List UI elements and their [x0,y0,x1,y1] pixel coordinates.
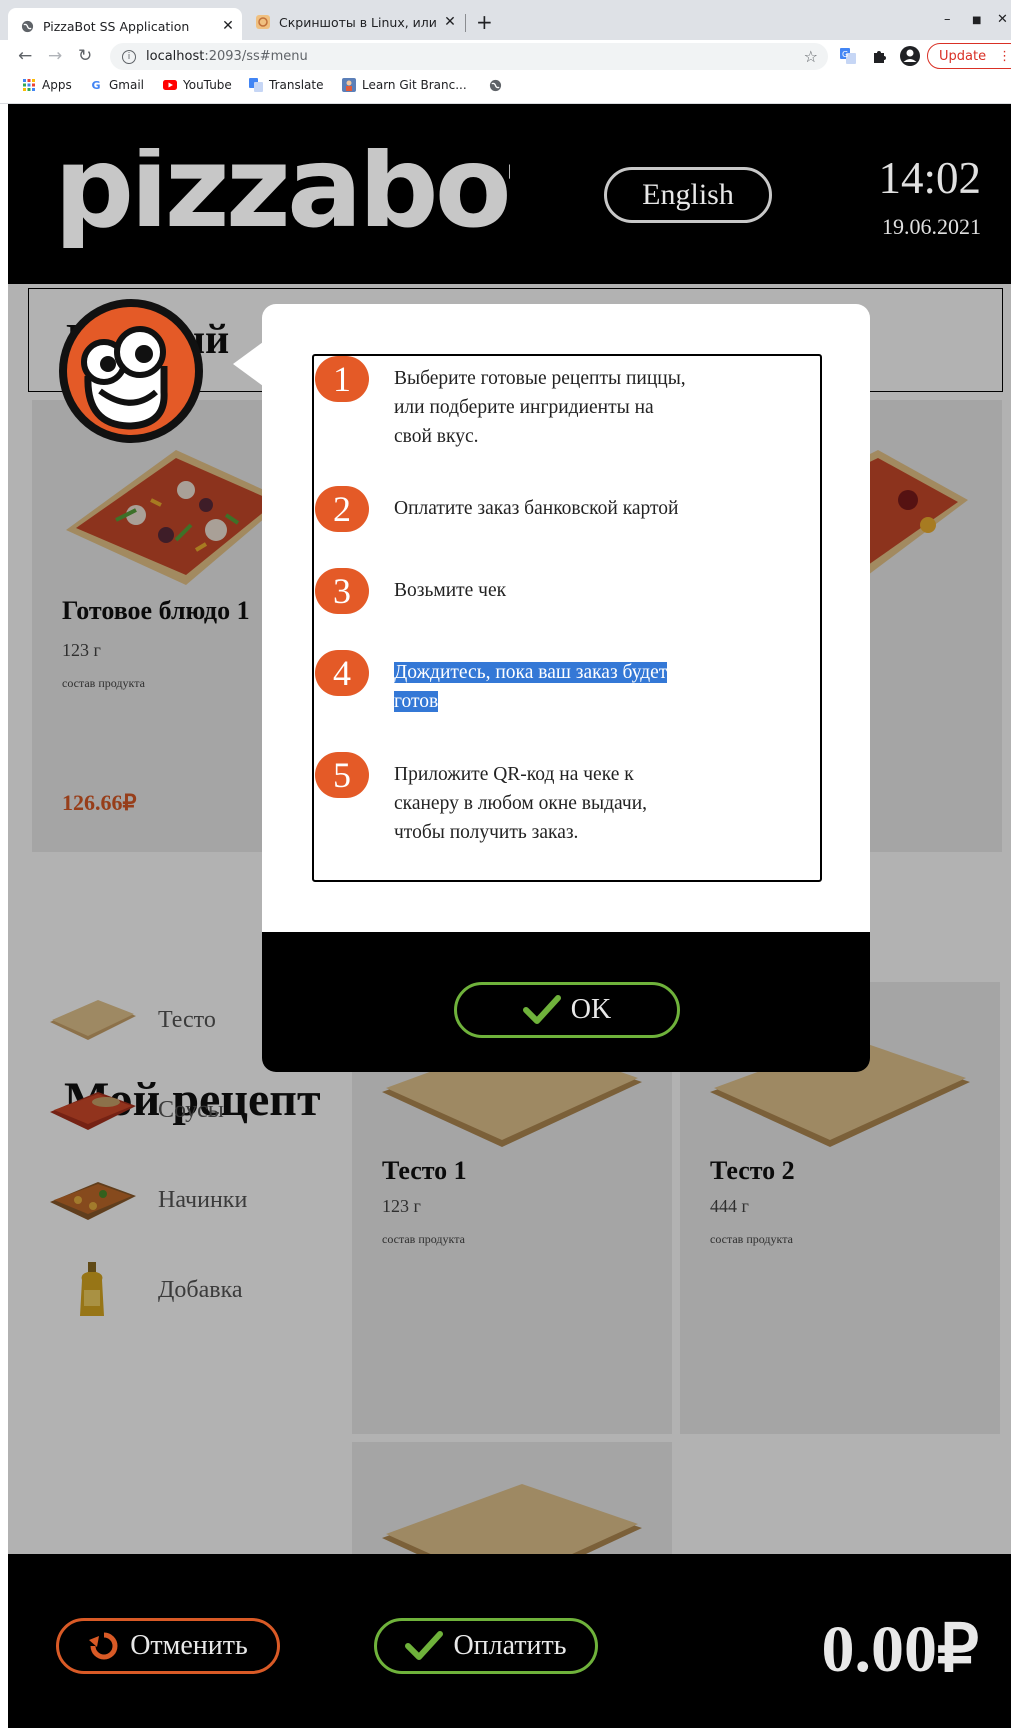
step-number-badge: 4 [315,650,369,696]
update-label: Update [939,48,987,64]
bookmark-globe[interactable] [488,78,508,92]
translate-icon [249,78,263,92]
new-tab-icon[interactable]: + [476,10,493,34]
profile-avatar-icon[interactable] [899,45,921,71]
pizzabot-app: pizzabot English 14:02 19.06.2021 Готовы… [8,104,1011,1728]
selected-text: Дождитесь, пока ваш заказ будет готов [394,662,668,712]
google-icon: G [91,78,101,92]
tab-pizzabot[interactable]: PizzaBot SS Application ✕ [8,8,242,44]
bookmark-learn-git[interactable]: Learn Git Branc... [342,78,467,92]
cancel-button[interactable]: Отменить [56,1618,280,1674]
close-window-icon[interactable]: ✕ [997,12,1008,27]
clock-date: 19.06.2021 [882,214,981,239]
translate-extension-icon[interactable]: G [840,48,856,68]
cancel-label: Отменить [130,1630,248,1661]
site-favicon-icon [256,15,270,29]
step-text: Приложите QR-код на чеке к сканеру в люб… [394,764,648,843]
bookmark-apps[interactable]: Apps [22,78,72,92]
pizzabot-logo: pizzabot [54,123,563,253]
close-icon[interactable]: ✕ [218,18,238,34]
tab-label: Скриншоты в Linux, или к [279,14,440,30]
checkmark-icon [522,995,561,1025]
pay-label: Оплатить [453,1630,567,1661]
app-footer: Отменить Оплатить 0.00₽ [8,1554,1011,1728]
back-icon[interactable]: ← [18,46,32,66]
bookmark-youtube[interactable]: YouTube [163,78,232,92]
tab-separator [465,14,466,32]
tab-screenshots[interactable]: Скриншоты в Linux, или к ✕ [244,8,464,36]
bookmark-star-icon[interactable]: ☆ [804,47,818,66]
bookmark-label: Learn Git Branc... [362,78,467,92]
youtube-icon [163,78,177,92]
forward-icon[interactable]: → [48,46,62,66]
tab-strip: PizzaBot SS Application ✕ Скриншоты в Li… [0,0,1011,44]
url-host: localhost [146,49,205,64]
bookmark-label: YouTube [183,78,232,92]
browser-chrome: PizzaBot SS Application ✕ Скриншоты в Li… [0,0,1011,104]
checkmark-icon [405,1631,444,1661]
tab-label: PizzaBot SS Application [43,18,190,34]
address-bar[interactable]: i localhost:2093/ss#menu ☆ [110,43,828,70]
bookmark-label: Translate [269,78,324,92]
step-number-badge: 3 [315,568,369,614]
bookmark-label: Apps [42,78,72,92]
reload-icon[interactable]: ↻ [78,46,92,66]
step-text: Возьмите чек [394,580,507,601]
git-icon [342,78,356,92]
apps-grid-icon [22,78,36,92]
app-header: pizzabot English 14:02 19.06.2021 [8,104,1011,284]
undo-icon [88,1630,120,1662]
bookmark-gmail[interactable]: G Gmail [89,78,144,92]
step-number-badge: 2 [315,486,369,532]
bookmark-label: Gmail [109,78,145,92]
steps-list: 1 Выберите готовые рецепты пиццы, или по… [312,354,822,882]
info-icon[interactable]: i [122,49,136,64]
bookmarks-bar: Apps G Gmail YouTube Translate Learn Git… [0,74,1011,102]
svg-text:G: G [842,50,848,59]
step-text: Выберите готовые рецепты пиццы, или подб… [394,368,686,447]
language-label: English [642,178,734,211]
step-text: Оплатите заказ банковской картой [394,498,679,519]
bookmark-translate[interactable]: Translate [249,78,324,92]
browser-toolbar: ← → ↻ i localhost:2093/ss#menu ☆ G Updat… [0,40,1011,72]
modal-body: 1 Выберите готовые рецепты пиццы, или по… [262,304,870,932]
step-number-badge: 1 [315,356,369,402]
instructions-modal: 1 Выберите готовые рецепты пиццы, или по… [262,304,870,1072]
maximize-icon[interactable]: ■ [972,15,981,26]
step-text: Дождитесь, пока ваш заказ будет готов [394,658,674,716]
close-icon[interactable]: ✕ [440,14,460,30]
clock-time: 14:02 [878,153,981,203]
globe-icon [20,19,34,33]
pizzabot-mascot [56,296,206,446]
minimize-icon[interactable]: – [944,12,951,27]
pay-button[interactable]: Оплатить [374,1618,598,1674]
more-vert-icon: ⋮ [998,48,1011,64]
update-button[interactable]: Update ⋮ [927,43,1011,69]
logo-text: pizzabot [54,148,510,248]
ok-button[interactable]: OK [454,982,680,1038]
globe-icon [488,78,502,92]
ok-label: OK [570,994,612,1025]
url-path: :2093/ss#menu [204,49,308,64]
extensions-puzzle-icon[interactable] [871,48,887,68]
step-number-badge: 5 [315,752,369,798]
language-button[interactable]: English [604,167,772,223]
speech-bubble-tail [233,342,263,386]
order-total: 0.00₽ [821,1613,980,1686]
